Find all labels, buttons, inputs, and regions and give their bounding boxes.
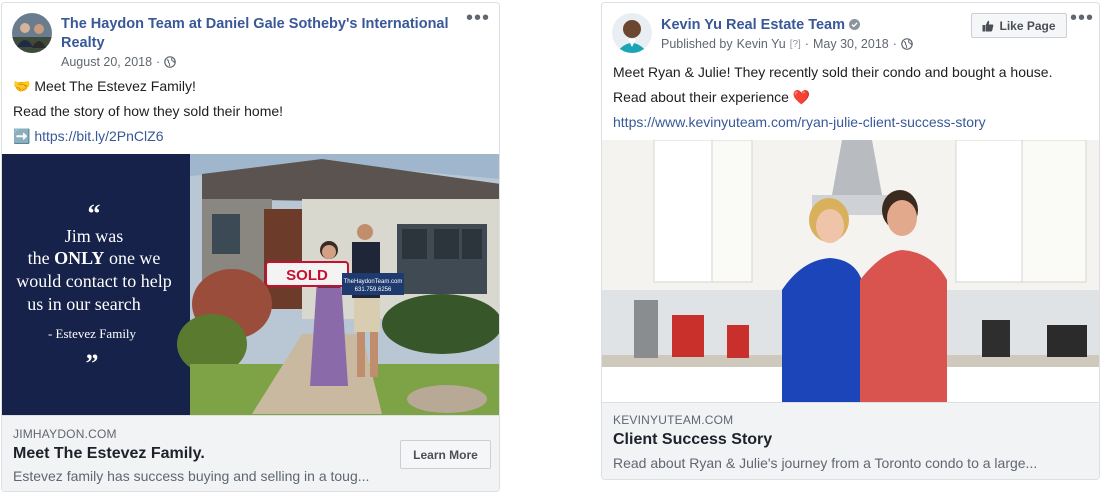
post-date[interactable]: August 20, 2018	[61, 55, 152, 69]
link-domain: JIMHAYDON.COM	[13, 427, 117, 441]
post-text-line-2: Read about their experience ❤️	[613, 89, 811, 105]
post-text-line-1: 🤝 Meet The Estevez Family!	[13, 78, 196, 94]
page-name-link: Kevin Yu Real Estate Team	[661, 16, 921, 35]
sign-sold-text: SOLD	[286, 267, 328, 284]
post-header: The Haydon Team at Daniel Gale Sotheby's…	[2, 3, 499, 55]
link-title[interactable]: Client Success Story	[613, 431, 772, 449]
sign-phone-text: 631.759.6256	[355, 287, 392, 293]
post-text-line-1: Meet Ryan & Julie! They recently sold th…	[613, 64, 1053, 80]
post-link-line: https://www.kevinyuteam.com/ryan-julie-c…	[613, 114, 986, 130]
verified-badge-icon	[849, 19, 861, 30]
post-text-line-2: Read the story of how they sold their ho…	[13, 103, 284, 119]
sign-site-text: TheHaydonTeam.com	[344, 279, 403, 285]
published-by-label: Published by	[661, 37, 733, 51]
open-quote-icon: “	[88, 199, 101, 228]
publisher-help[interactable]: [?]	[790, 39, 801, 50]
globe-icon	[901, 38, 913, 50]
post-image[interactable]: “ Jim was the ONLY one we would contact …	[2, 154, 499, 415]
post-image[interactable]	[602, 140, 1099, 402]
arrow-right-icon: ➡️	[13, 128, 31, 144]
link-domain: KEVINYUTEAM.COM	[613, 413, 734, 427]
thumbs-up-icon	[982, 20, 994, 31]
link-description: Estevez family has success buying and se…	[13, 468, 370, 484]
avatar[interactable]	[612, 13, 652, 53]
quote-line-1: Jim was	[65, 226, 124, 246]
quote-attribution: - Estevez Family	[48, 326, 137, 341]
heart-icon: ❤️	[792, 89, 811, 105]
like-page-label: Like Page	[999, 18, 1056, 33]
post-meta: August 20, 2018 ·	[61, 55, 177, 69]
post-card-haydon: The Haydon Team at Daniel Gale Sotheby's…	[1, 2, 500, 492]
close-quote-icon: ”	[86, 349, 99, 378]
handshake-icon: 🤝	[13, 78, 31, 94]
post-card-kevinyu: Kevin Yu Real Estate Team Like Page ••• …	[601, 2, 1100, 480]
meta-separator: ·	[892, 37, 897, 51]
quote-line-2: the ONLY one we	[28, 248, 161, 268]
learn-more-button[interactable]: Learn More	[400, 440, 491, 469]
like-page-button[interactable]: Like Page	[971, 13, 1067, 38]
link-preview-footer[interactable]: JIMHAYDON.COM Meet The Estevez Family. E…	[2, 415, 499, 491]
post-link[interactable]: https://www.kevinyuteam.com/ryan-julie-c…	[613, 114, 986, 130]
post-date[interactable]: May 30, 2018	[813, 37, 889, 51]
meta-separator: ·	[156, 55, 161, 69]
quote-line-4: us in our search	[27, 294, 140, 314]
link-preview-footer[interactable]: KEVINYUTEAM.COM Client Success Story Rea…	[602, 402, 1099, 479]
link-title[interactable]: Meet The Estevez Family.	[13, 445, 205, 463]
more-dots-icon[interactable]: •••	[1070, 8, 1094, 28]
link-description: Read about Ryan & Julie's journey from a…	[613, 455, 1038, 471]
post-link-line: ➡️ https://bit.ly/2PnClZ6	[13, 128, 164, 145]
more-dots-icon[interactable]: •••	[466, 8, 490, 28]
meta-separator: ·	[804, 37, 809, 51]
quote-line-3: would contact to help	[16, 271, 171, 291]
post-meta: Published by Kevin Yu [?] · May 30, 2018…	[661, 37, 913, 51]
publisher-name[interactable]: Kevin Yu	[737, 37, 786, 51]
post-link[interactable]: https://bit.ly/2PnClZ6	[34, 128, 163, 144]
globe-icon	[164, 56, 177, 68]
avatar[interactable]	[12, 13, 52, 53]
page-name-link[interactable]: The Haydon Team at Daniel Gale Sotheby's…	[61, 15, 461, 53]
